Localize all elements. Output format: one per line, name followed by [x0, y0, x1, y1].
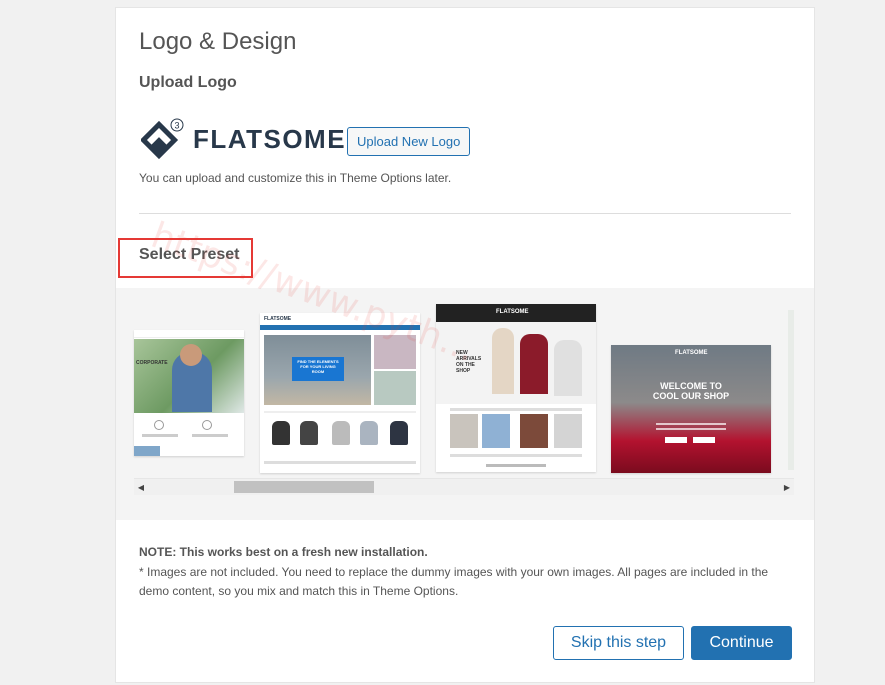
continue-button[interactable]: Continue — [691, 626, 792, 660]
preset-caption: NEW ARRIVALS ON THE SHOP — [456, 350, 482, 374]
preset-thumb-living-room[interactable]: FLATSOME FIND THE ELEMENTS FOR YOUR LIVI… — [260, 313, 420, 473]
select-preset-heading: Select Preset — [139, 246, 240, 263]
setup-wizard-card: Logo & Design Upload Logo 3 FLATSOME Upl… — [115, 7, 815, 683]
skip-step-button[interactable]: Skip this step — [553, 626, 684, 660]
logo-badge: 3 — [174, 121, 179, 131]
logo-mark-icon: 3 — [139, 116, 187, 162]
upload-hint: You can upload and customize this in The… — [139, 171, 452, 185]
preset-carousel: CORPORATE FLATSOME FIND THE ELEMENTS FOR… — [116, 288, 814, 520]
preset-thumb-corporate[interactable]: CORPORATE — [134, 330, 244, 456]
preset-caption: FIND THE ELEMENTS FOR YOUR LIVING ROOM — [297, 359, 339, 374]
page-title: Logo & Design — [139, 28, 297, 55]
preset-brand: FLATSOME — [675, 350, 708, 356]
install-note: NOTE: This works best on a fresh new ins… — [139, 543, 794, 602]
preset-brand: FLATSOME — [264, 316, 292, 322]
carousel-scrollbar[interactable]: ◀ ▶ — [134, 478, 794, 495]
preset-caption: WELCOME TO COOL OUR SHOP — [652, 381, 730, 401]
scroll-left-icon[interactable]: ◀ — [134, 479, 148, 496]
upload-logo-heading: Upload Logo — [139, 74, 237, 91]
note-bold: NOTE: This works best on a fresh new ins… — [139, 545, 428, 559]
flatsome-logo: 3 FLATSOME — [139, 116, 347, 162]
preset-brand: FLATSOME — [496, 309, 529, 315]
preset-caption: CORPORATE — [136, 360, 168, 366]
preset-thumb-cool-shop[interactable]: FLATSOME WELCOME TO COOL OUR SHOP — [611, 345, 771, 473]
upload-new-logo-button[interactable]: Upload New Logo — [347, 127, 471, 156]
section-divider — [139, 213, 791, 214]
preset-thumb-new-arrivals[interactable]: FLATSOME NEW ARRIVALS ON THE SHOP — [436, 304, 596, 472]
scroll-right-icon[interactable]: ▶ — [780, 479, 794, 496]
preset-thumb-partial — [788, 310, 794, 470]
note-text: * Images are not included. You need to r… — [139, 564, 769, 599]
logo-wordmark: FLATSOME — [193, 123, 347, 154]
scrollbar-thumb[interactable] — [234, 481, 374, 493]
